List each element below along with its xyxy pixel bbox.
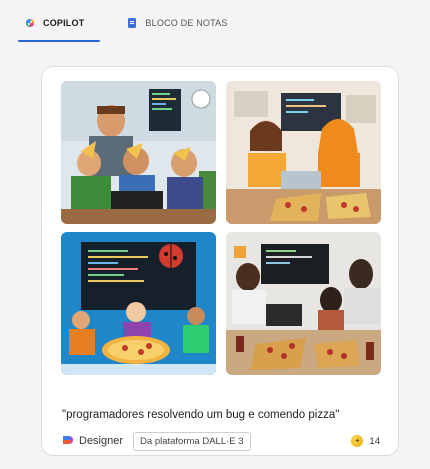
generated-image-2[interactable] — [226, 81, 381, 224]
card-footer: Designer Da plataforma DALL·E 3 ✦ 14 — [62, 431, 380, 451]
tab-notebook-label: BLOCO DE NOTAS — [145, 18, 228, 28]
generated-image-4[interactable] — [226, 232, 381, 375]
boost-coin-icon: ✦ — [351, 435, 364, 447]
designer-label: Designer — [79, 435, 124, 447]
boost-count: 14 — [369, 435, 380, 447]
image-grid — [61, 81, 381, 375]
tab-copilot[interactable]: COPILOT — [17, 0, 101, 46]
designer-icon — [62, 434, 74, 449]
tab-copilot-label: COPILOT — [43, 18, 85, 28]
boost-credits[interactable]: ✦ 14 — [351, 435, 380, 447]
image-result-card: "programadores resolvendo um bug e comen… — [41, 66, 399, 456]
image-prompt-caption: "programadores resolvendo um bug e comen… — [62, 409, 340, 421]
platform-badge: Da plataforma DALL·E 3 — [133, 431, 251, 451]
designer-link[interactable]: Designer — [62, 434, 123, 449]
generated-image-1[interactable] — [61, 81, 216, 224]
generated-image-3[interactable] — [61, 232, 216, 375]
tab-bar: COPILOT BLOCO DE NOTAS — [0, 0, 430, 46]
tab-notebook[interactable]: BLOCO DE NOTAS — [126, 0, 227, 46]
notebook-icon — [126, 17, 138, 29]
copilot-icon — [24, 17, 36, 29]
